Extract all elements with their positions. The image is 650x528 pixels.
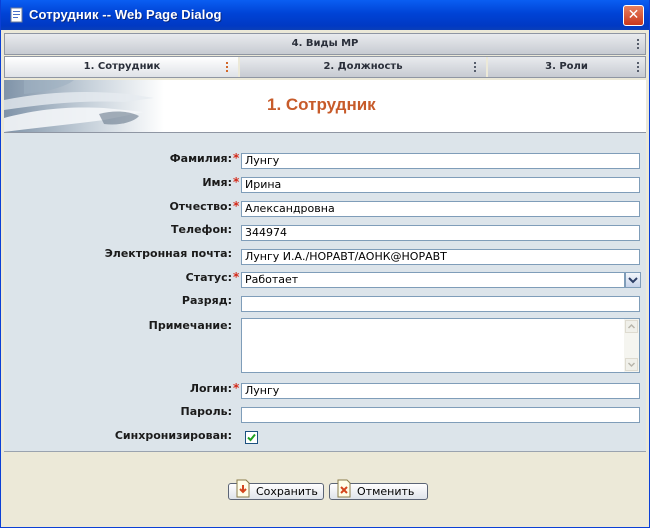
tab-row-main: 1. Сотрудник 2. Должность 3. Роли bbox=[4, 56, 646, 78]
synced-label: Синхронизирован: bbox=[114, 429, 232, 442]
patronymic-field[interactable]: Александровна bbox=[241, 201, 640, 217]
name-field[interactable]: Ирина bbox=[241, 177, 640, 193]
required-marker: * bbox=[233, 199, 240, 213]
tab-label: 3. Роли bbox=[545, 61, 588, 72]
email-field[interactable]: Лунгу И.А./НОРАВТ/АОНК@НОРАВТ bbox=[241, 249, 640, 265]
close-button[interactable]: ✕ bbox=[623, 5, 644, 26]
dialog-window: Сотрудник -- Web Page Dialog ✕ 4. Виды М… bbox=[0, 0, 650, 528]
note-label: Примечание: bbox=[148, 319, 232, 332]
patronymic-label: Отчество: bbox=[169, 200, 232, 213]
checkmark-icon bbox=[247, 433, 256, 442]
status-label: Статус: bbox=[185, 271, 232, 284]
ie-page-icon bbox=[10, 7, 23, 23]
save-icon bbox=[236, 479, 250, 498]
close-icon: ✕ bbox=[627, 7, 640, 23]
login-field[interactable]: Лунгу bbox=[241, 383, 640, 399]
tab-grip-icon bbox=[474, 62, 476, 72]
tab-grip-icon bbox=[637, 39, 639, 49]
status-select[interactable]: Работает bbox=[241, 272, 625, 288]
status-dropdown-button[interactable] bbox=[625, 272, 641, 288]
save-button[interactable]: Сохранить bbox=[228, 479, 324, 500]
phone-label: Телефон: bbox=[171, 223, 232, 236]
tab-label: 2. Должность bbox=[323, 61, 403, 72]
required-marker: * bbox=[233, 381, 240, 395]
employee-form: Фамилия: * Лунгу Имя: * Ирина Отчество: … bbox=[4, 133, 646, 452]
section-banner: 1. Сотрудник bbox=[4, 80, 646, 133]
tab-label: 1. Сотрудник bbox=[83, 61, 161, 72]
login-label: Логин: bbox=[189, 382, 232, 395]
chevron-up-icon bbox=[627, 323, 636, 329]
cancel-button[interactable]: Отменить bbox=[329, 479, 428, 500]
surname-field[interactable]: Лунгу bbox=[241, 153, 640, 169]
title-bar[interactable]: Сотрудник -- Web Page Dialog ✕ bbox=[1, 0, 649, 30]
password-field[interactable] bbox=[241, 407, 640, 423]
tab-grip-icon bbox=[226, 62, 228, 72]
required-marker: * bbox=[233, 151, 240, 165]
tab-label: 4. Виды МР bbox=[291, 38, 359, 49]
email-label: Электронная почта: bbox=[104, 247, 232, 260]
tab-employee[interactable]: 1. Сотрудник bbox=[5, 57, 239, 77]
chevron-down-icon bbox=[627, 362, 636, 368]
scroll-down-button[interactable] bbox=[625, 358, 638, 371]
tab-position[interactable]: 2. Должность bbox=[240, 57, 486, 77]
password-label: Пароль: bbox=[180, 405, 232, 418]
tab-grip-icon bbox=[637, 62, 639, 72]
note-textarea[interactable] bbox=[241, 318, 640, 373]
grade-label: Разряд: bbox=[181, 294, 232, 307]
phone-field[interactable]: 344974 bbox=[241, 225, 640, 241]
chevron-down-icon bbox=[628, 277, 638, 284]
surname-label: Фамилия: bbox=[169, 152, 232, 165]
name-label: Имя: bbox=[202, 176, 232, 189]
required-marker: * bbox=[233, 270, 240, 284]
scroll-up-button[interactable] bbox=[625, 320, 638, 333]
window-title: Сотрудник -- Web Page Dialog bbox=[29, 7, 222, 22]
section-heading: 1. Сотрудник bbox=[267, 95, 376, 114]
tab-mr-types[interactable]: 4. Виды МР bbox=[5, 34, 645, 54]
synced-checkbox[interactable] bbox=[245, 431, 258, 444]
cancel-icon bbox=[337, 479, 351, 498]
tab-row-top: 4. Виды МР bbox=[4, 33, 646, 55]
tab-roles[interactable]: 3. Роли bbox=[488, 57, 645, 77]
required-marker: * bbox=[233, 175, 240, 189]
banner-decoration-icon bbox=[4, 80, 164, 132]
note-scrollbar[interactable] bbox=[624, 319, 639, 372]
save-label: Сохранить bbox=[256, 485, 318, 498]
cancel-label: Отменить bbox=[357, 485, 415, 498]
grade-field[interactable] bbox=[241, 296, 640, 312]
